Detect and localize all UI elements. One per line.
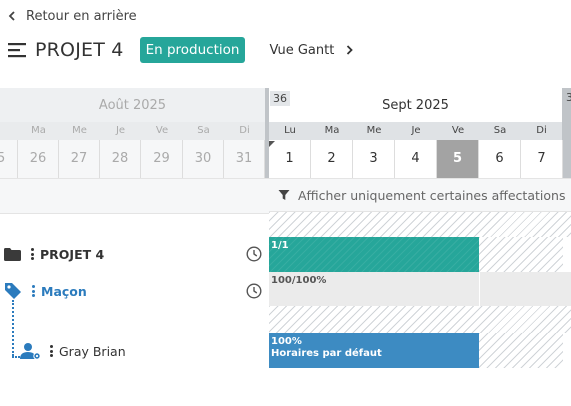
tag-icon [4,282,22,300]
day-name: Lu [269,122,311,140]
status-badge[interactable]: En production [139,37,246,63]
gantt-view-link[interactable]: Vue Gantt [269,42,354,58]
chevron-right-icon [346,45,354,55]
clock-icon[interactable] [246,246,262,262]
day-name: Ma [18,122,59,140]
assignment-filter[interactable]: Afficher uniquement certaines affectatio… [269,178,571,212]
day-name: Me [353,122,395,140]
day-cell[interactable]: 28 [100,140,141,178]
folder-icon [4,247,21,261]
day-cell[interactable]: 27 [59,140,100,178]
day-name: Je [395,122,437,140]
day-name [0,122,18,140]
day-name: Sa [479,122,521,140]
trade-bar[interactable]: 100/100% [269,272,479,306]
day-name: Ve [141,122,183,140]
row-project[interactable]: PROJET 4 [4,244,104,264]
day-name: Di [521,122,562,140]
kebab-menu-icon[interactable] [50,344,53,359]
month-label-august: Août 2025 [98,98,167,113]
chevron-left-icon [8,11,16,21]
trade-bar-label: 100/100% [271,275,327,286]
filter-row-spacer [0,178,269,214]
day-cell[interactable]: 2 [311,140,353,178]
gantt-weekend-cell [479,333,563,368]
gantt-empty-row [269,212,571,237]
day-cell[interactable]: 7 [521,140,563,178]
user-settings-icon [20,342,42,360]
row-person-label: Gray Brian [59,343,126,359]
day-cell[interactable]: 3 [353,140,395,178]
row-project-label: PROJET 4 [40,246,105,262]
back-label: Retour en arrière [26,8,137,24]
kebab-menu-icon[interactable] [32,284,35,299]
day-cell-today[interactable]: 5 [437,140,479,178]
day-name: Sa [183,122,224,140]
week-number: 36 [270,91,290,106]
person-bar-schedule: Horaires par défaut [271,348,382,359]
day-cell[interactable]: 25 [0,140,18,178]
row-trade[interactable]: Maçon [4,281,87,301]
gantt-weekend-cell [479,237,563,272]
day-name: Je [100,122,141,140]
trade-bar-weekend [480,272,571,306]
corner-marker [269,141,275,147]
day-cell[interactable]: 4 [395,140,437,178]
project-bar-label: 1/1 [271,240,289,251]
project-bar[interactable]: 1/1 [269,237,479,272]
day-cell[interactable]: 6 [479,140,521,178]
day-cell[interactable]: 26 [18,140,59,178]
person-bar[interactable]: 100% Horaires par défaut [269,333,479,368]
day-cell[interactable]: 1 [269,140,311,178]
day-name: Ma [311,122,353,140]
next-week-number: 3 [566,91,571,104]
tree-connector [12,300,14,356]
filter-label: Afficher uniquement certaines affectatio… [298,187,566,203]
day-cell[interactable]: 29 [141,140,183,178]
gantt-empty-row [269,306,571,333]
day-name: Me [59,122,100,140]
day-name: Di [224,122,265,140]
row-person[interactable]: Gray Brian [20,341,126,361]
row-trade-label: Maçon [41,283,87,299]
person-bar-percent: 100% [271,336,302,347]
filter-icon [278,189,290,201]
kebab-menu-icon[interactable] [31,247,34,262]
day-cell[interactable]: 30 [183,140,224,178]
day-name: Ve [437,122,479,140]
page-title: PROJET 4 [35,39,124,61]
back-link[interactable]: Retour en arrière [8,7,137,25]
gantt-link-label: Vue Gantt [269,42,335,58]
tree-connector [12,356,20,358]
month-label-september: Sept 2025 [382,98,449,113]
menu-icon[interactable] [8,42,27,58]
clock-icon[interactable] [246,283,262,299]
day-cell[interactable]: 31 [224,140,265,178]
